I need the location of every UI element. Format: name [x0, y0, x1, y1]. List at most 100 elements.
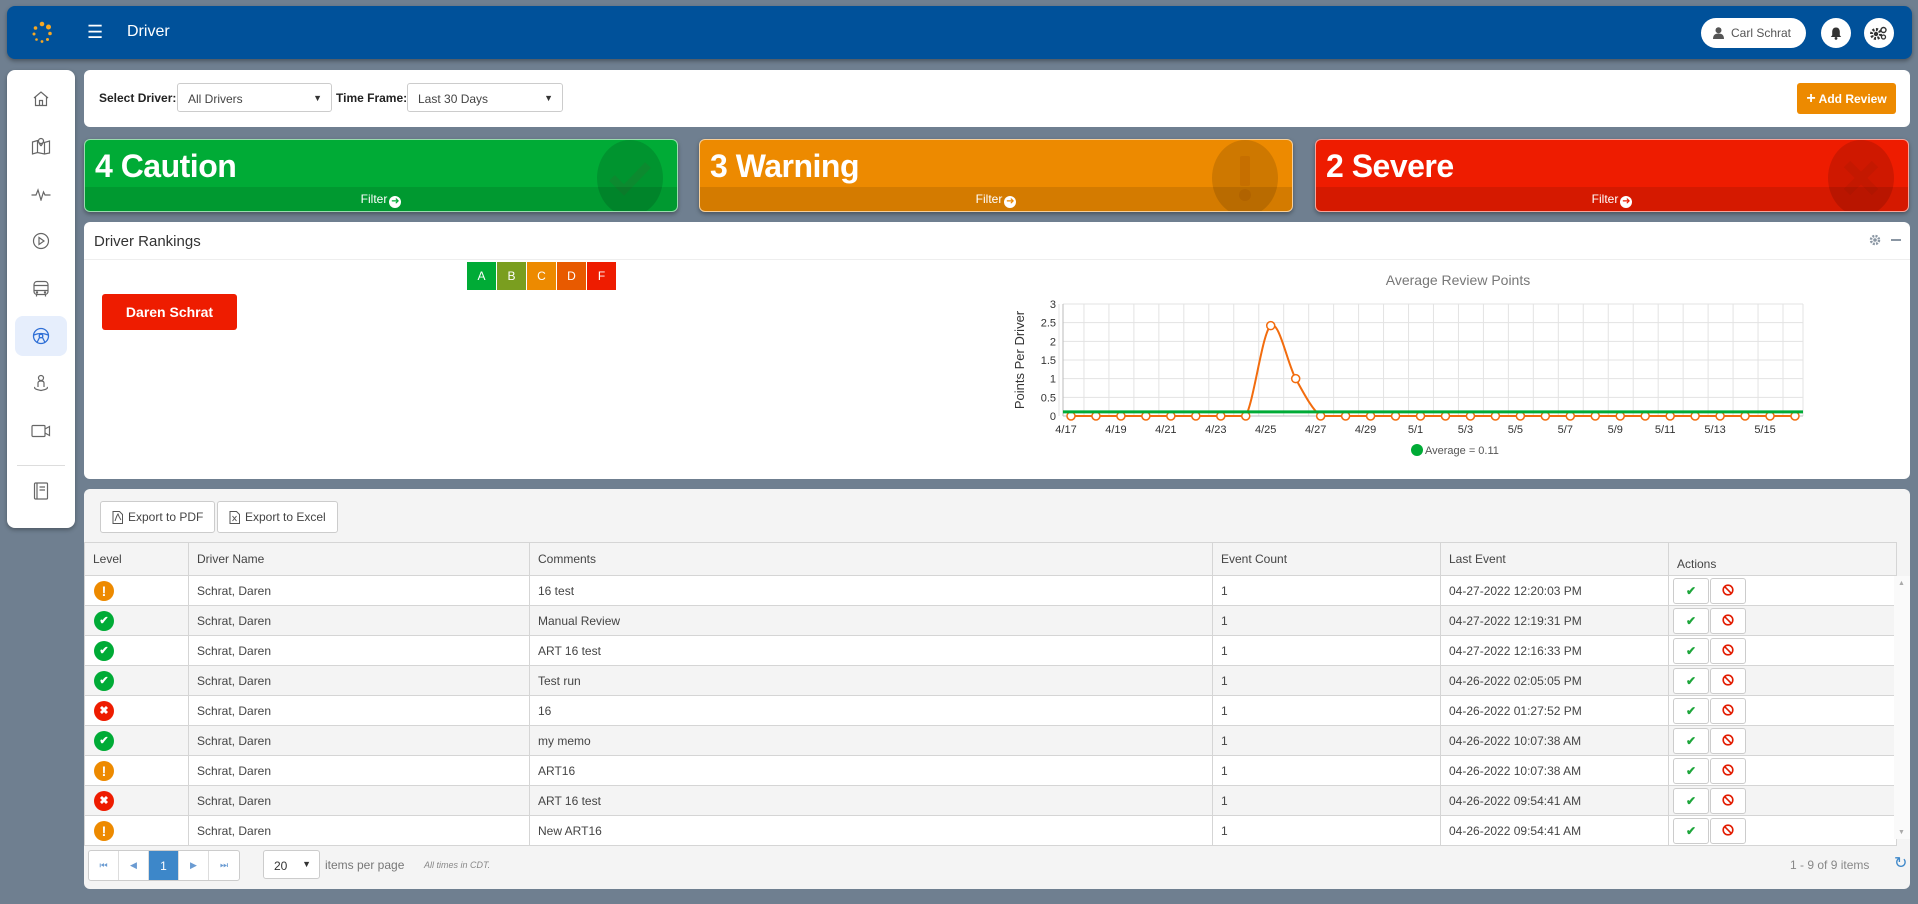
scroll-up-icon[interactable]: ▲ [1898, 580, 1905, 587]
severe-filter-label: Filter [1591, 192, 1619, 206]
bus-icon [33, 280, 49, 297]
table-scrollbar[interactable]: ▲ ▼ [1894, 576, 1910, 839]
table-row[interactable]: ✔ Schrat, Daren Manual Review 1 04-27-2022 1… [84, 605, 1897, 636]
play-circle-icon [32, 232, 50, 250]
table-row[interactable]: ✔ Schrat, Daren Test run 1 04-26-2022 02:05:… [84, 665, 1897, 696]
sidebar-item-map[interactable] [15, 126, 67, 166]
table-row[interactable]: ✔ Schrat, Daren my memo 1 04-26-2022 10:07:3… [84, 725, 1897, 756]
approve-button[interactable]: ✔ [1673, 697, 1709, 724]
x-circle-icon: ✖ [94, 790, 114, 811]
check-icon: ✔ [1685, 733, 1697, 748]
sidebar-item-playback[interactable] [15, 221, 67, 261]
dismiss-button[interactable] [1710, 607, 1746, 634]
select-driver-dropdown[interactable]: All Drivers ▼ [177, 83, 332, 112]
event-count-cell: 1 [1212, 815, 1441, 846]
previous-page-button[interactable]: ◀ [119, 851, 149, 880]
next-page-button[interactable]: ▶ [179, 851, 209, 880]
level-cell: ! [84, 755, 189, 786]
sidebar-item-vehicles[interactable] [15, 269, 67, 309]
sidebar-item-video[interactable] [15, 411, 67, 451]
sidebar-item-activity[interactable] [15, 174, 67, 214]
column-header-event-count[interactable]: Event Count [1212, 542, 1441, 576]
legend-label: Average = 0.11 [1425, 445, 1499, 457]
event-count-cell: 1 [1212, 635, 1441, 666]
event-count-cell: 1 [1212, 725, 1441, 756]
page-button-current[interactable]: 1 [149, 851, 179, 880]
legend-marker [1411, 444, 1423, 456]
approve-button[interactable]: ✔ [1673, 637, 1709, 664]
x-tick-label: 4/27 [1305, 424, 1326, 436]
column-header-comments[interactable]: Comments [529, 542, 1213, 576]
level-cell: ✖ [84, 695, 189, 726]
last-event-cell: 04-27-2022 12:20:03 PM [1440, 575, 1669, 606]
approve-button[interactable]: ✔ [1673, 787, 1709, 814]
page-size-dropdown[interactable]: 20 ▼ [263, 850, 320, 879]
severe-filter-link[interactable]: Filter ➜ [1316, 187, 1908, 211]
dismiss-button[interactable] [1710, 697, 1746, 724]
x-circle-icon: ✖ [94, 700, 114, 721]
approve-button[interactable]: ✔ [1673, 667, 1709, 694]
scroll-down-icon[interactable]: ▼ [1898, 829, 1905, 836]
dismiss-button[interactable] [1710, 787, 1746, 814]
table-row[interactable]: ✔ Schrat, Daren ART 16 test 1 04-27-2022 12:… [84, 635, 1897, 666]
actions-cell: ✔ [1668, 665, 1897, 696]
dismiss-button[interactable] [1710, 727, 1746, 754]
dismiss-button[interactable] [1710, 637, 1746, 664]
approve-button[interactable]: ✔ [1673, 817, 1709, 844]
settings-button[interactable] [1864, 18, 1894, 48]
time-frame-dropdown[interactable]: Last 30 Days ▼ [407, 83, 563, 112]
comments-cell: ART 16 test [529, 635, 1213, 666]
notifications-button[interactable] [1821, 18, 1851, 48]
event-count-cell: 1 [1212, 605, 1441, 636]
export-excel-button[interactable]: Export to Excel [217, 501, 338, 533]
caution-filter-link[interactable]: Filter ➜ [85, 187, 677, 211]
last-page-button[interactable]: ⏭ [209, 851, 239, 880]
hamburger-menu-icon[interactable]: ☰ [87, 22, 105, 42]
export-excel-label: Export to Excel [245, 510, 326, 524]
home-icon [33, 90, 49, 106]
user-icon [1713, 27, 1724, 39]
refresh-icon[interactable]: ↻ [1894, 853, 1907, 873]
sidebar-item-reports[interactable] [15, 471, 67, 511]
export-pdf-button[interactable]: Export to PDF [100, 501, 216, 533]
warning-filter-link[interactable]: Filter ➜ [700, 187, 1292, 211]
sidebar-item-driver[interactable] [15, 316, 67, 356]
sidebar-item-location[interactable] [15, 363, 67, 403]
add-review-button[interactable]: + Add Review [1797, 83, 1896, 114]
column-header-last-event[interactable]: Last Event [1440, 542, 1669, 576]
level-cell: ✖ [84, 785, 189, 816]
dismiss-button[interactable] [1710, 757, 1746, 784]
column-header-driver-name[interactable]: Driver Name [188, 542, 530, 576]
last-event-cell: 04-27-2022 12:19:31 PM [1440, 605, 1669, 636]
user-menu-button[interactable]: Carl Schrat [1701, 18, 1806, 48]
table-row[interactable]: ! Schrat, Daren 16 test 1 04-27-2022 12:20:0… [84, 575, 1897, 606]
approve-button[interactable]: ✔ [1673, 577, 1709, 604]
driver-name-cell: Schrat, Daren [188, 815, 530, 846]
last-event-cell: 04-26-2022 10:07:38 AM [1440, 725, 1669, 756]
ban-icon [1722, 703, 1734, 716]
caution-count: 4 Caution [95, 148, 237, 184]
table-row[interactable]: ! Schrat, Daren ART16 1 04-26-2022 10:07:38 … [84, 755, 1897, 786]
event-count-cell: 1 [1212, 665, 1441, 696]
comments-cell: ART 16 test [529, 785, 1213, 816]
user-name: Carl Schrat [1731, 26, 1792, 40]
sidebar-item-home[interactable] [15, 78, 67, 118]
dismiss-button[interactable] [1710, 817, 1746, 844]
timezone-note: All times in CDT. [424, 860, 491, 870]
approve-button[interactable]: ✔ [1673, 607, 1709, 634]
driver-name-cell: Schrat, Daren [188, 785, 530, 816]
table-row[interactable]: ✖ Schrat, Daren ART 16 test 1 04-26-2022 09:… [84, 785, 1897, 816]
column-header-level[interactable]: Level [84, 542, 189, 576]
chart-title: Average Review Points [1386, 272, 1530, 288]
table-row[interactable]: ✖ Schrat, Daren 16 1 04-26-2022 01:27:52 PM ✔ [84, 695, 1897, 726]
x-tick-label: 5/3 [1458, 424, 1473, 436]
dismiss-button[interactable] [1710, 577, 1746, 604]
comments-cell: 16 [529, 695, 1213, 726]
app-logo-icon[interactable] [29, 20, 55, 46]
approve-button[interactable]: ✔ [1673, 727, 1709, 754]
caution-summary-card: 4 Caution Filter ➜ [84, 139, 678, 212]
table-row[interactable]: ! Schrat, Daren New ART16 1 04-26-2022 09:54… [84, 815, 1897, 846]
approve-button[interactable]: ✔ [1673, 757, 1709, 784]
dismiss-button[interactable] [1710, 667, 1746, 694]
first-page-button[interactable]: ⏮ [89, 851, 119, 880]
